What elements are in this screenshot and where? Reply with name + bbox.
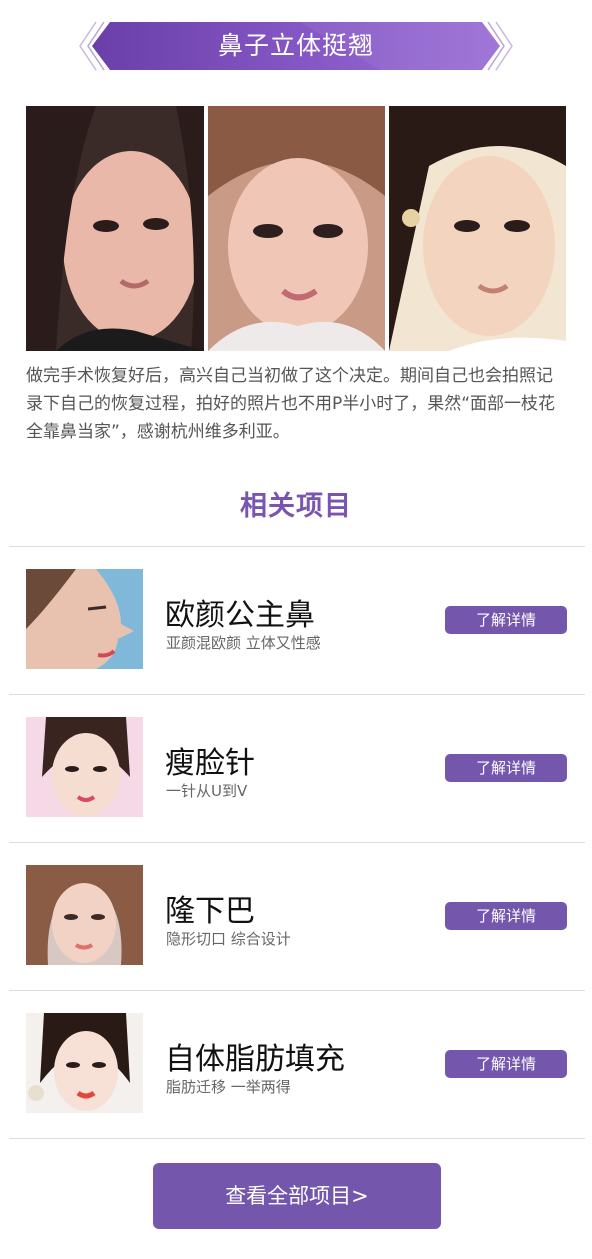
banner-title: 鼻子立体挺翘 xyxy=(217,31,374,60)
item-thumbnail xyxy=(26,717,143,817)
learn-more-button[interactable]: 了解详情 xyxy=(445,606,567,634)
patient-photo-2 xyxy=(208,106,385,351)
item-subtitle: 隐形切口 综合设计 xyxy=(166,930,291,948)
learn-more-button[interactable]: 了解详情 xyxy=(445,1050,567,1078)
item-title: 自体脂肪填充 xyxy=(165,1042,345,1077)
title-banner: 鼻子立体挺翘 xyxy=(0,0,592,92)
patient-photo-1 xyxy=(26,106,204,351)
related-item-slim-face-injection[interactable]: 瘦脸针 一针从U到V 了解详情 xyxy=(9,694,585,842)
before-after-photos xyxy=(26,106,566,351)
item-title: 欧颜公主鼻 xyxy=(165,598,315,633)
related-projects-heading: 相关项目 xyxy=(240,491,352,522)
testimonial-text: 做完手术恢复好后，高兴自己当初做了这个决定。期间自己也会拍照记录下自己的恢复过程… xyxy=(26,366,556,442)
item-title: 瘦脸针 xyxy=(165,746,255,781)
patient-photo-3 xyxy=(389,106,566,351)
item-thumbnail xyxy=(26,865,143,965)
learn-more-button[interactable]: 了解详情 xyxy=(445,754,567,782)
view-all-projects-button[interactable]: 查看全部项目> xyxy=(153,1163,441,1229)
item-subtitle: 脂肪迁移 一举两得 xyxy=(166,1078,291,1096)
related-item-oyan-princess-nose[interactable]: 欧颜公主鼻 亚颜混欧颜 立体又性感 了解详情 xyxy=(9,546,585,694)
item-title: 隆下巴 xyxy=(165,894,255,929)
item-subtitle: 一针从U到V xyxy=(166,782,248,800)
related-item-chin-augmentation[interactable]: 隆下巴 隐形切口 综合设计 了解详情 xyxy=(9,842,585,990)
item-subtitle: 亚颜混欧颜 立体又性感 xyxy=(166,634,321,652)
related-item-autologous-fat-filling[interactable]: 自体脂肪填充 脂肪迁移 一举两得 了解详情 xyxy=(9,990,585,1138)
item-thumbnail xyxy=(26,1013,143,1113)
divider xyxy=(9,1138,585,1139)
item-thumbnail xyxy=(26,569,143,669)
learn-more-button[interactable]: 了解详情 xyxy=(445,902,567,930)
